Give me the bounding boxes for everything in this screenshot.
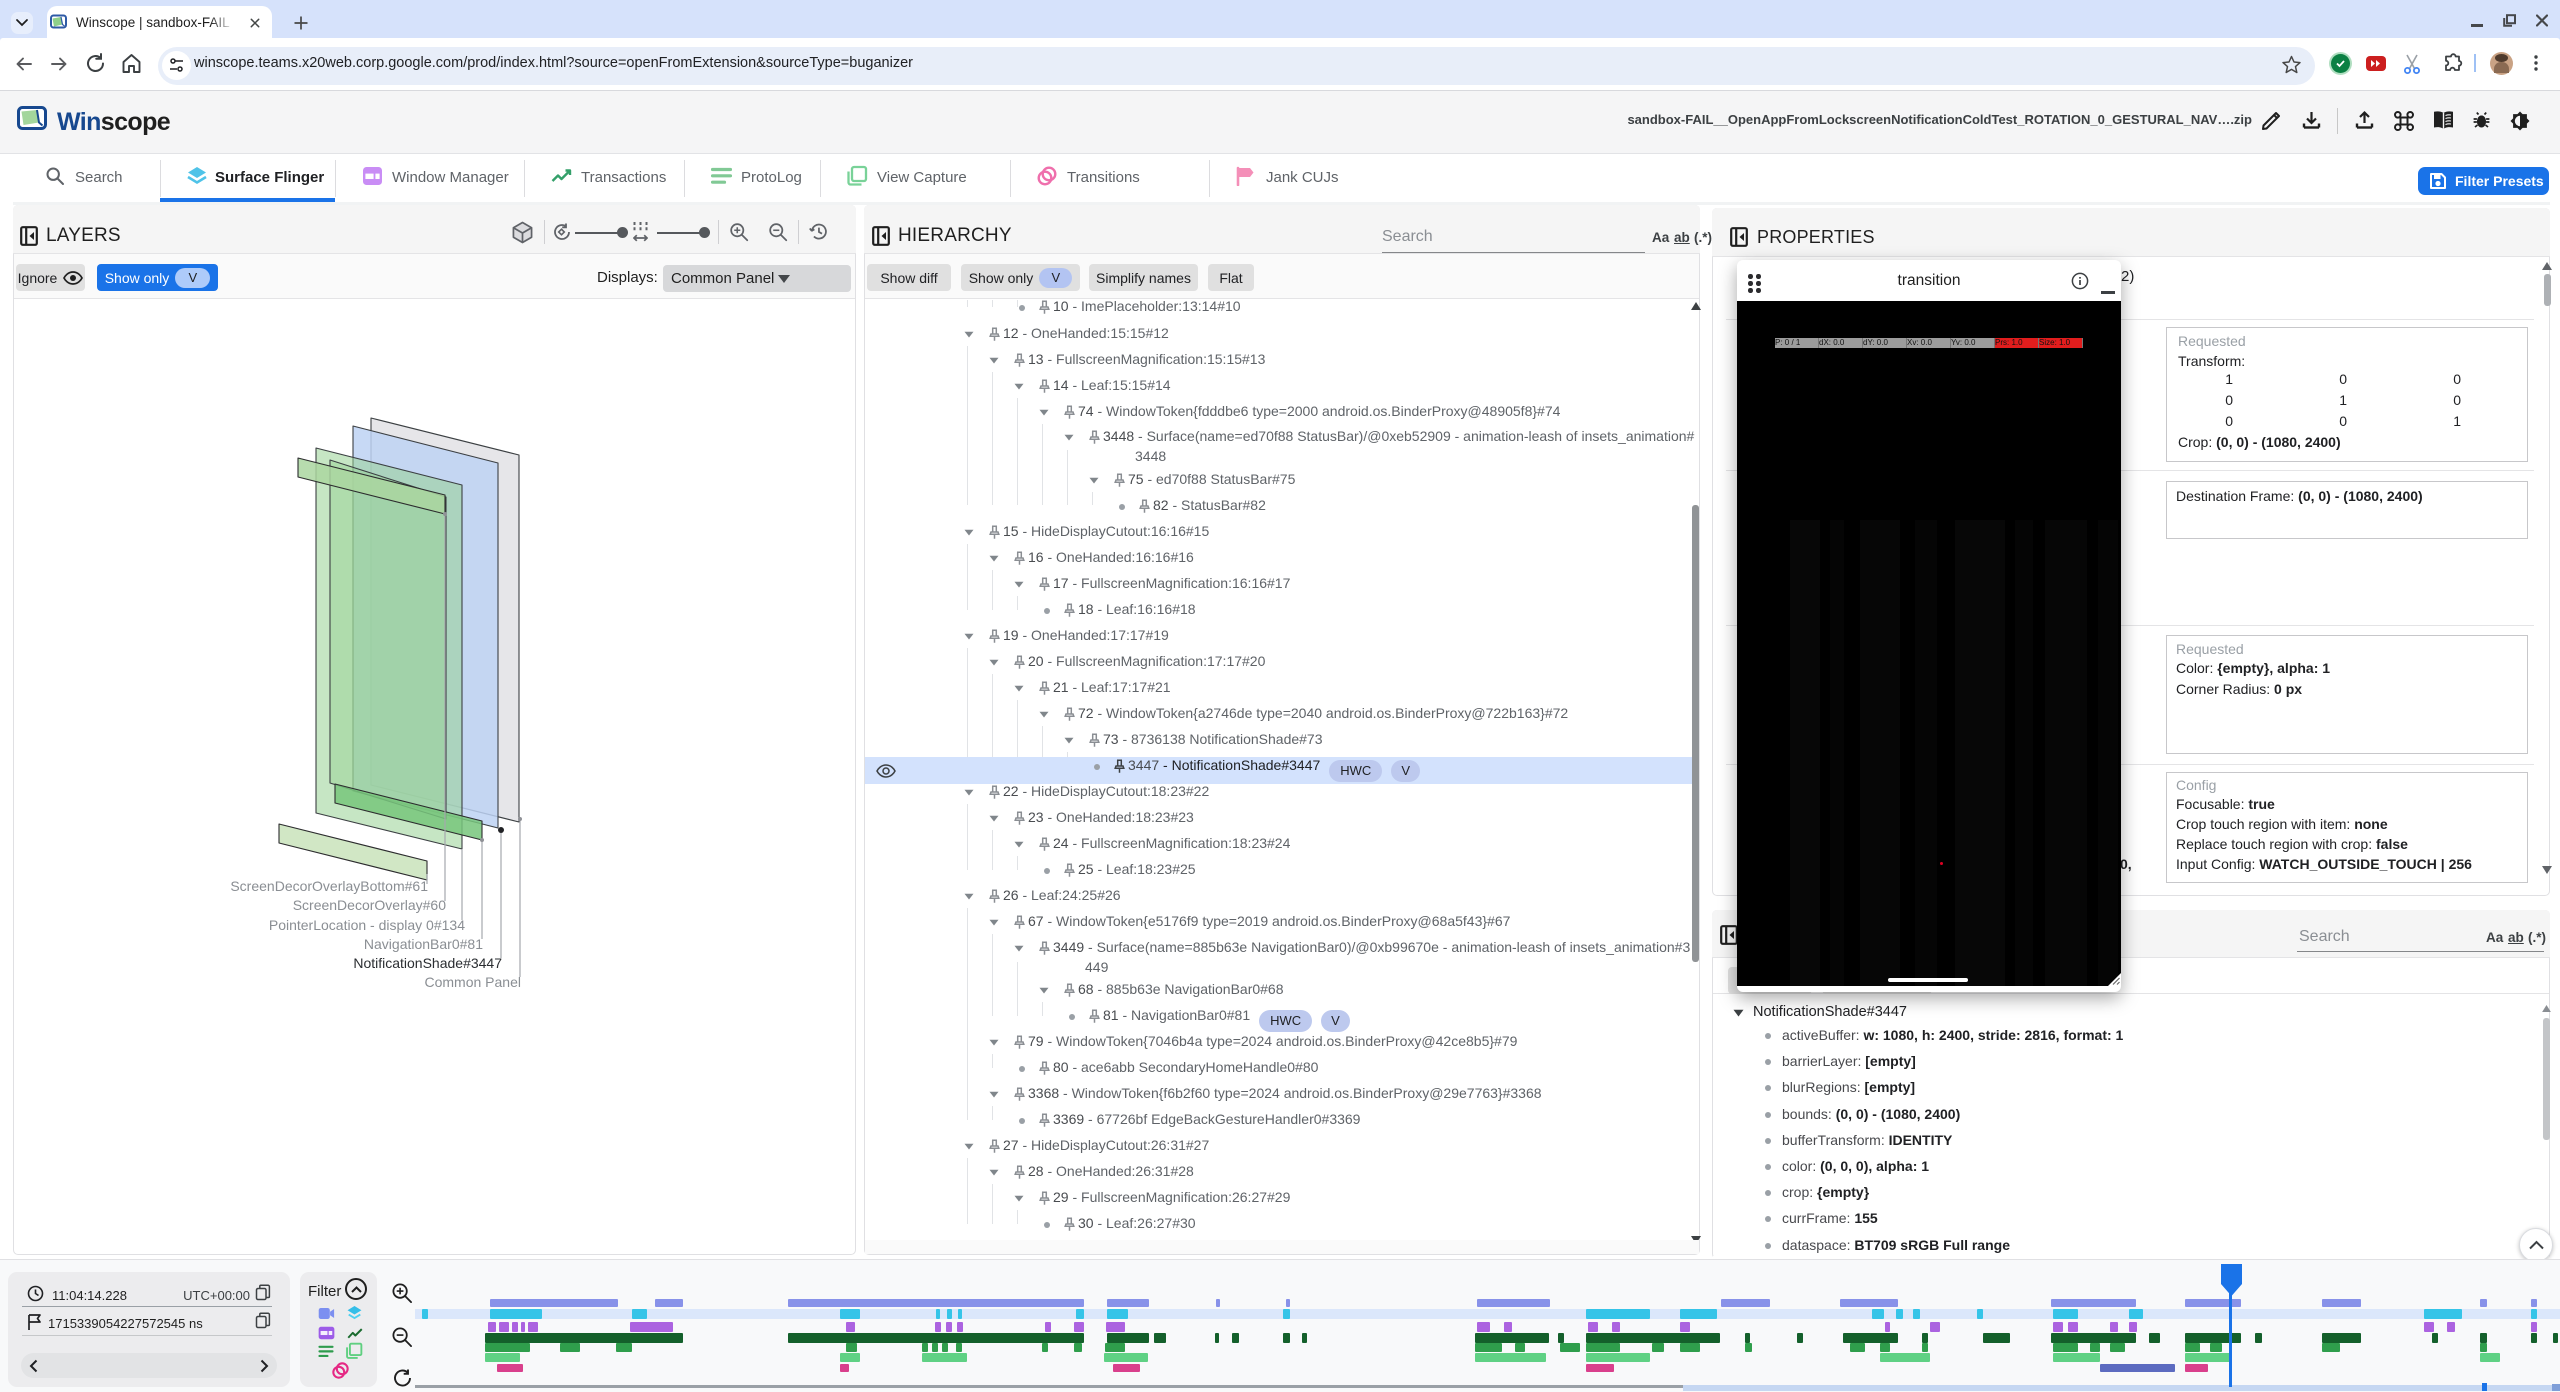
- svg-text:ScreenDecorOverlayBottom#61: ScreenDecorOverlayBottom#61: [230, 878, 428, 894]
- svg-text:NavigationBar0#81: NavigationBar0#81: [364, 936, 483, 952]
- svg-text:Common Panel: Common Panel: [425, 974, 522, 990]
- svg-text:PointerLocation - display 0#13: PointerLocation - display 0#134: [269, 917, 465, 933]
- svg-text:NotificationShade#3447: NotificationShade#3447: [353, 955, 502, 971]
- svg-text:ScreenDecorOverlay#60: ScreenDecorOverlay#60: [293, 897, 447, 913]
